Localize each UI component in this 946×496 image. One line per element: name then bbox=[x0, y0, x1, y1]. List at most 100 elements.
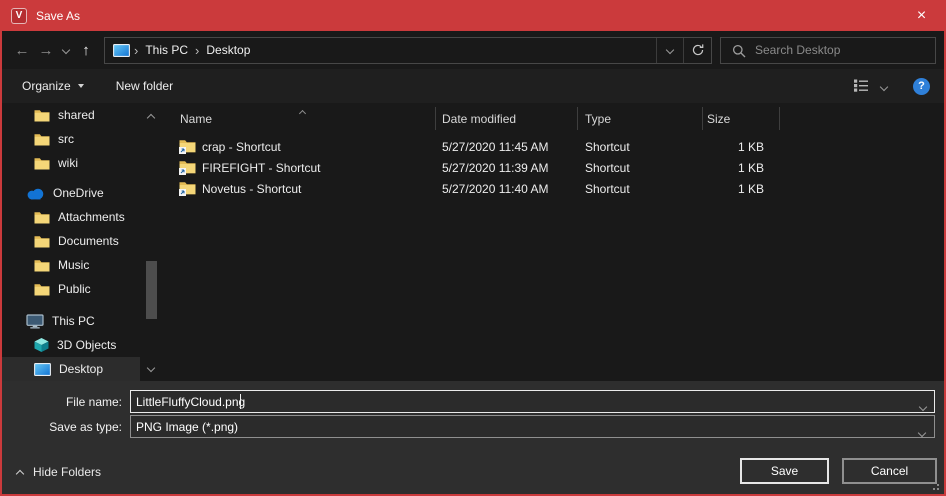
file-name: crap - Shortcut bbox=[202, 140, 281, 154]
onedrive-cloud-icon bbox=[26, 187, 45, 200]
file-row[interactable]: FIREFIGHT - Shortcut 5/27/2020 11:39 AM … bbox=[160, 157, 944, 178]
sidebar-item-label: Public bbox=[58, 282, 91, 296]
folder-icon bbox=[34, 259, 50, 272]
this-pc-icon bbox=[26, 314, 44, 329]
sidebar-item-wiki[interactable]: wiki bbox=[2, 151, 140, 175]
shortcut-arrow-overlay-icon bbox=[179, 185, 186, 199]
folder-icon bbox=[34, 133, 50, 146]
scrollbar-thumb[interactable] bbox=[146, 261, 157, 319]
address-bar[interactable]: › This PC › Desktop bbox=[104, 37, 712, 64]
scrollbar-up-icon[interactable] bbox=[148, 110, 154, 124]
resize-grip[interactable] bbox=[937, 488, 939, 490]
breadcrumb-separator-icon: › bbox=[193, 43, 201, 58]
sidebar-item-label: Desktop bbox=[59, 362, 103, 376]
up-one-level-icon[interactable]: ↑ bbox=[74, 42, 98, 59]
sidebar-item-label: 3D Objects bbox=[57, 338, 116, 352]
sidebar-item-music[interactable]: Music bbox=[2, 253, 140, 277]
navigation-bar: ← → ↑ › This PC › Desktop bbox=[2, 31, 944, 69]
column-header-size[interactable]: Size bbox=[707, 112, 730, 126]
sidebar-item-shared[interactable]: shared bbox=[2, 103, 140, 127]
back-icon[interactable]: ← bbox=[10, 42, 34, 59]
shortcut-arrow-overlay-icon bbox=[179, 164, 186, 178]
save-as-type-value: PNG Image (*.png) bbox=[136, 420, 238, 434]
window-title: Save As bbox=[36, 9, 80, 23]
column-header-date-modified[interactable]: Date modified bbox=[442, 112, 516, 126]
save-as-dialog: V Save As × ← → ↑ › This PC › Desktop bbox=[0, 0, 946, 496]
sidebar-item-public[interactable]: Public bbox=[2, 277, 140, 301]
sidebar-item-3d-objects[interactable]: 3D Objects bbox=[2, 333, 140, 357]
sidebar-item-src[interactable]: src bbox=[2, 127, 140, 151]
new-folder-button[interactable]: New folder bbox=[116, 79, 173, 93]
search-box bbox=[720, 37, 936, 64]
sidebar-item-attachments[interactable]: Attachments bbox=[2, 205, 140, 229]
column-divider[interactable] bbox=[577, 107, 578, 130]
file-type: Shortcut bbox=[585, 182, 630, 196]
help-icon[interactable]: ? bbox=[913, 78, 930, 95]
sidebar-item-label: This PC bbox=[52, 314, 95, 328]
sidebar-item-label: Documents bbox=[58, 234, 119, 248]
breadcrumb-this-pc[interactable]: This PC bbox=[140, 43, 193, 57]
scrollbar-down-icon[interactable] bbox=[148, 360, 154, 374]
forward-icon[interactable]: → bbox=[34, 42, 58, 59]
filetype-dropdown-chevron-icon bbox=[919, 425, 925, 439]
address-dropdown-chevron-icon[interactable] bbox=[656, 38, 683, 63]
sidebar-item-documents[interactable]: Documents bbox=[2, 229, 140, 253]
recent-locations-chevron-icon[interactable] bbox=[58, 47, 74, 53]
filename-dropdown-chevron-icon[interactable] bbox=[920, 399, 926, 413]
file-name-input[interactable] bbox=[130, 390, 935, 413]
save-button[interactable]: Save bbox=[740, 458, 829, 484]
file-date-modified: 5/27/2020 11:40 AM bbox=[442, 182, 549, 196]
sidebar-item-onedrive[interactable]: OneDrive bbox=[2, 181, 140, 205]
dialog-footer: Hide Folders Save Cancel bbox=[2, 449, 944, 494]
file-row[interactable]: crap - Shortcut 5/27/2020 11:45 AM Short… bbox=[160, 136, 944, 157]
folder-icon bbox=[34, 157, 50, 170]
desktop-icon bbox=[34, 363, 51, 376]
refresh-icon[interactable] bbox=[683, 38, 711, 63]
title-bar: V Save As × bbox=[2, 0, 944, 31]
hide-folders-button[interactable]: Hide Folders bbox=[17, 465, 101, 479]
sidebar-item-label: shared bbox=[58, 108, 95, 122]
column-header-name[interactable]: Name bbox=[180, 112, 212, 126]
text-caret bbox=[240, 394, 241, 409]
file-size: 1 KB bbox=[692, 182, 764, 196]
file-size: 1 KB bbox=[692, 140, 764, 154]
column-divider[interactable] bbox=[779, 107, 780, 130]
file-name-panel: File name: Save as type: PNG Image (*.pn… bbox=[2, 381, 944, 449]
folder-icon bbox=[34, 283, 50, 296]
vivaldi-logo-icon: V bbox=[11, 8, 27, 24]
view-details-icon[interactable] bbox=[853, 78, 869, 95]
file-row[interactable]: Novetus - Shortcut 5/27/2020 11:40 AM Sh… bbox=[160, 178, 944, 199]
search-input[interactable] bbox=[721, 38, 935, 63]
close-icon[interactable]: × bbox=[899, 0, 944, 31]
sidebar-item-desktop[interactable]: Desktop bbox=[2, 357, 140, 381]
save-as-type-select[interactable]: PNG Image (*.png) bbox=[130, 415, 935, 438]
file-type: Shortcut bbox=[585, 161, 630, 175]
organize-button[interactable]: Organize bbox=[22, 79, 84, 93]
shortcut-folder-icon bbox=[179, 184, 196, 198]
folder-icon bbox=[34, 235, 50, 248]
save-as-type-label: Save as type: bbox=[2, 420, 130, 434]
column-divider[interactable] bbox=[702, 107, 703, 130]
file-name: Novetus - Shortcut bbox=[202, 182, 301, 196]
shortcut-folder-icon bbox=[179, 142, 196, 156]
sidebar-item-label: Attachments bbox=[58, 210, 125, 224]
desktop-location-icon bbox=[113, 44, 130, 57]
file-list: Name Date modified Type Size cr bbox=[160, 103, 944, 381]
file-date-modified: 5/27/2020 11:45 AM bbox=[442, 140, 549, 154]
cancel-button[interactable]: Cancel bbox=[842, 458, 937, 484]
content-area: shared src wiki OneDrive Attachments bbox=[2, 103, 944, 381]
column-header-row: Name Date modified Type Size bbox=[160, 103, 944, 133]
3d-objects-cube-icon bbox=[34, 337, 49, 353]
sidebar-item-this-pc[interactable]: This PC bbox=[2, 309, 140, 333]
view-dropdown-chevron-icon[interactable] bbox=[881, 79, 887, 93]
breadcrumb-separator-icon: › bbox=[132, 43, 140, 58]
breadcrumb-desktop[interactable]: Desktop bbox=[201, 43, 255, 57]
file-name: FIREFIGHT - Shortcut bbox=[202, 161, 320, 175]
shortcut-arrow-overlay-icon bbox=[179, 143, 186, 157]
file-date-modified: 5/27/2020 11:39 AM bbox=[442, 161, 549, 175]
sort-ascending-icon bbox=[300, 105, 305, 119]
navigation-sidebar: shared src wiki OneDrive Attachments bbox=[2, 103, 160, 381]
hide-folders-label: Hide Folders bbox=[33, 465, 101, 479]
column-header-type[interactable]: Type bbox=[585, 112, 611, 126]
column-divider[interactable] bbox=[435, 107, 436, 130]
